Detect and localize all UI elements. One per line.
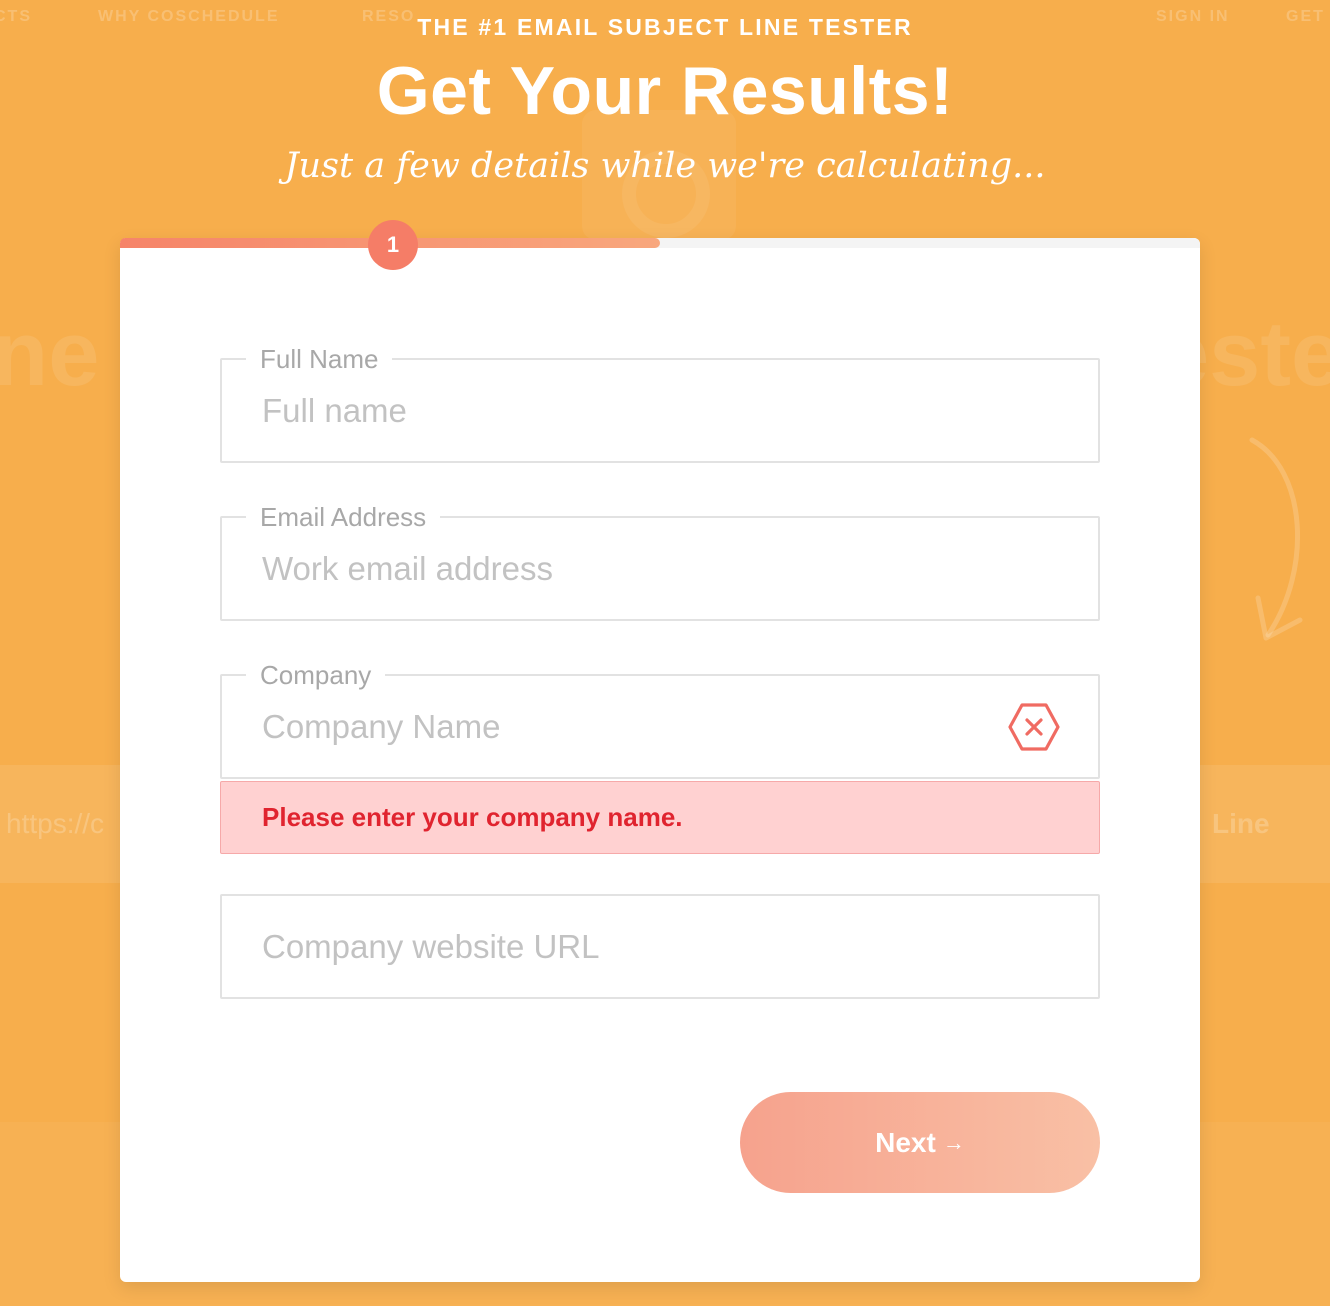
page-title: Get Your Results! xyxy=(376,53,954,129)
step-badge: 1 xyxy=(368,220,418,270)
company-input[interactable] xyxy=(222,676,1098,777)
bg-subject-line-text: Line xyxy=(1212,808,1270,839)
arrow-right-icon: → xyxy=(942,1129,965,1155)
bg-hero-text-left: ne xyxy=(0,303,100,405)
email-field: Email Address xyxy=(220,503,1100,621)
email-label: Email Address xyxy=(246,503,441,531)
full-name-field: Full Name xyxy=(220,345,1100,463)
form-card: 1 Full Name Email Address Company Please… xyxy=(120,220,1200,1282)
next-button[interactable]: Next → xyxy=(740,1092,1100,1193)
progress-bar xyxy=(120,238,1200,248)
website-field xyxy=(220,894,1100,999)
website-input[interactable] xyxy=(222,896,1098,997)
page-subtitle: Just a few details while we're calculati… xyxy=(284,146,1046,186)
error-hexagon-icon xyxy=(1008,703,1060,751)
background-arrow-icon xyxy=(1249,437,1303,641)
email-input[interactable] xyxy=(222,518,1098,619)
full-name-label: Full Name xyxy=(246,345,393,373)
bg-url-text: https://c xyxy=(6,808,105,839)
company-label: Company xyxy=(246,661,386,689)
company-error-message: Please enter your company name. xyxy=(220,781,1100,854)
eyebrow-title: THE #1 EMAIL SUBJECT LINE TESTER xyxy=(417,14,913,40)
company-field: Company xyxy=(220,661,1100,779)
next-button-label: Next xyxy=(875,1126,936,1158)
full-name-input[interactable] xyxy=(222,360,1098,461)
